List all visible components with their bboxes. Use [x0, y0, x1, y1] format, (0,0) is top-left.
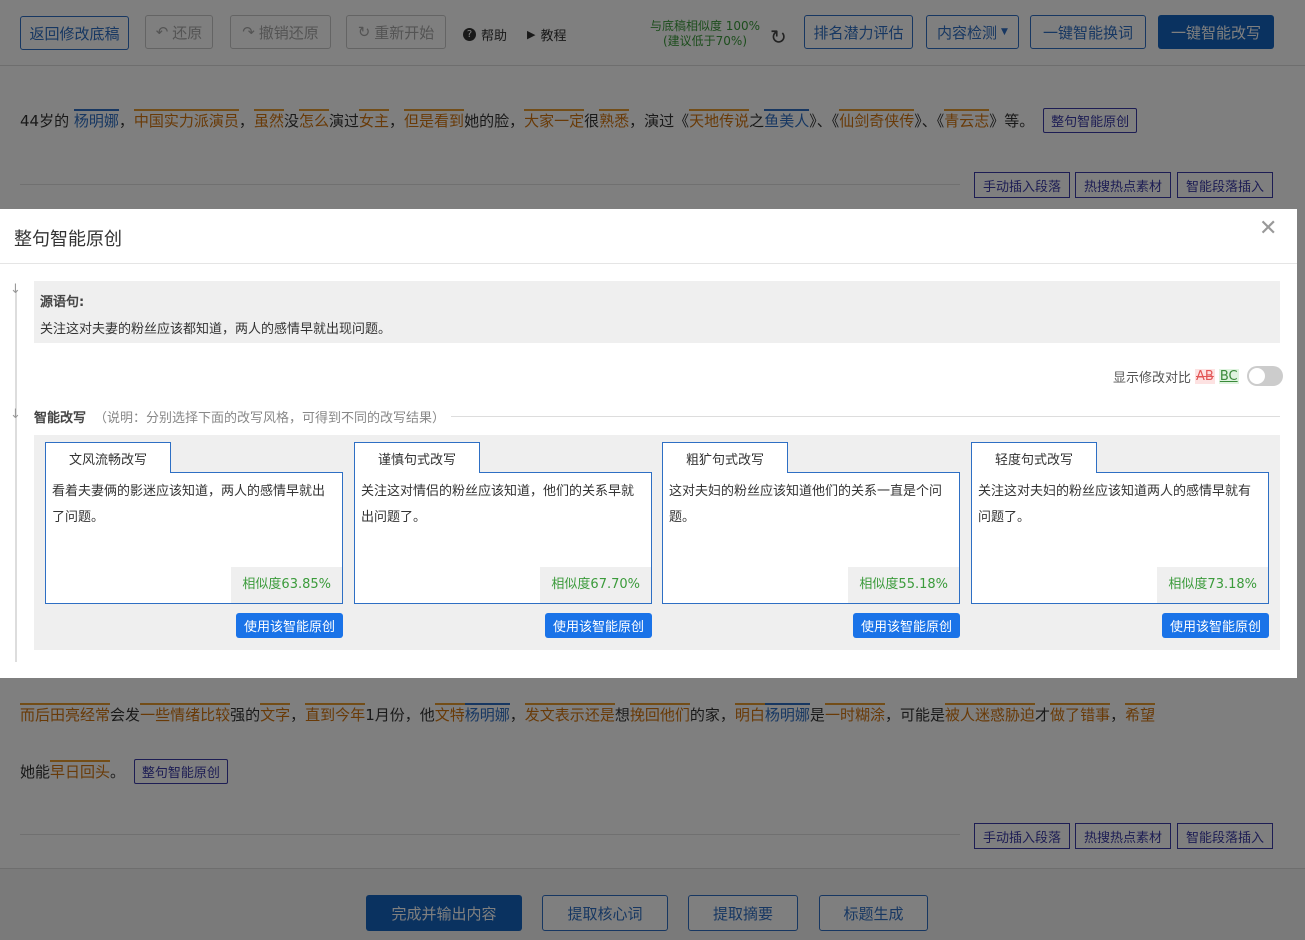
rewrite-result: 看着夫妻俩的影迷应该知道，两人的感情早就出了问题。 相似度63.85% — [45, 472, 343, 604]
use-rewrite-button[interactable]: 使用该智能原创 — [544, 613, 652, 638]
compare-label: 显示修改对比 — [1113, 370, 1192, 386]
close-icon[interactable]: ✕ — [1259, 216, 1277, 241]
rewrite-card: 文风流畅改写 看着夫妻俩的影迷应该知道，两人的感情早就出了问题。 相似度63.8… — [45, 442, 343, 642]
arrow-down-icon: ↓ — [10, 407, 21, 422]
tab-bold-style[interactable]: 粗犷句式改写 — [662, 442, 788, 473]
rewrite-result: 这对夫妇的粉丝应该知道他们的关系一直是个问题。 相似度55.18% — [662, 472, 960, 604]
rewrite-cards-area: 文风流畅改写 看着夫妻俩的影迷应该知道，两人的感情早就出了问题。 相似度63.8… — [34, 435, 1280, 650]
smart-rewrite-label: 智能改写 — [34, 411, 87, 426]
similarity-badge: 相似度55.18% — [848, 567, 959, 603]
compare-toggle-switch[interactable] — [1246, 366, 1283, 386]
use-rewrite-button[interactable]: 使用该智能原创 — [1161, 613, 1269, 638]
rewrite-text: 看着夫妻俩的影迷应该知道，两人的感情早就出了问题。 — [52, 484, 326, 525]
source-text: 关注这对夫妻的粉丝应该都知道，两人的感情早就出现问题。 — [40, 322, 392, 337]
similarity-badge: 相似度73.18% — [1157, 567, 1268, 603]
compare-toggle-row: 显示修改对比 AB BC — [1113, 366, 1283, 386]
modal-title: 整句智能原创 — [14, 229, 122, 250]
similarity-badge: 相似度67.70% — [540, 567, 651, 603]
divider — [451, 416, 1280, 417]
rewrite-result: 关注这对夫妇的粉丝应该知道两人的感情早就有问题了。 相似度73.18% — [971, 472, 1269, 604]
tab-light-style[interactable]: 轻度句式改写 — [971, 442, 1097, 473]
tab-cautious-style[interactable]: 谨慎句式改写 — [354, 442, 480, 473]
compare-added-sample: BC — [1218, 368, 1239, 384]
use-rewrite-button[interactable]: 使用该智能原创 — [852, 613, 960, 638]
rewrite-card: 谨慎句式改写 关注这对情侣的粉丝应该知道，他们的关系早就出问题了。 相似度67.… — [354, 442, 652, 642]
modal-header-divider — [0, 263, 1297, 264]
rewrite-text: 关注这对情侣的粉丝应该知道，他们的关系早就出问题了。 — [361, 484, 635, 525]
arrow-down-icon: ↓ — [10, 282, 21, 297]
use-rewrite-button[interactable]: 使用该智能原创 — [235, 613, 343, 638]
rewrite-text: 这对夫妇的粉丝应该知道他们的关系一直是个问题。 — [669, 484, 943, 525]
compare-deleted-sample: AB — [1195, 368, 1215, 384]
rewrite-card: 轻度句式改写 关注这对夫妇的粉丝应该知道两人的感情早就有问题了。 相似度73.1… — [971, 442, 1269, 642]
rewrite-text: 关注这对夫妇的粉丝应该知道两人的感情早就有问题了。 — [978, 484, 1252, 525]
rewrite-result: 关注这对情侣的粉丝应该知道，他们的关系早就出问题了。 相似度67.70% — [354, 472, 652, 604]
smart-rewrite-header: 智能改写 （说明：分别选择下面的改写风格，可得到不同的改写结果） — [34, 407, 1280, 426]
smart-rewrite-note: （说明：分别选择下面的改写风格，可得到不同的改写结果） — [94, 411, 446, 426]
source-sentence-box: 源语句: 关注这对夫妻的粉丝应该都知道，两人的感情早就出现问题。 — [34, 281, 1280, 343]
tab-fluent-style[interactable]: 文风流畅改写 — [45, 442, 171, 473]
timeline-line — [15, 290, 17, 662]
rewrite-card: 粗犷句式改写 这对夫妇的粉丝应该知道他们的关系一直是个问题。 相似度55.18%… — [662, 442, 960, 642]
source-label: 源语句: — [40, 295, 85, 310]
similarity-badge: 相似度63.85% — [231, 567, 342, 603]
